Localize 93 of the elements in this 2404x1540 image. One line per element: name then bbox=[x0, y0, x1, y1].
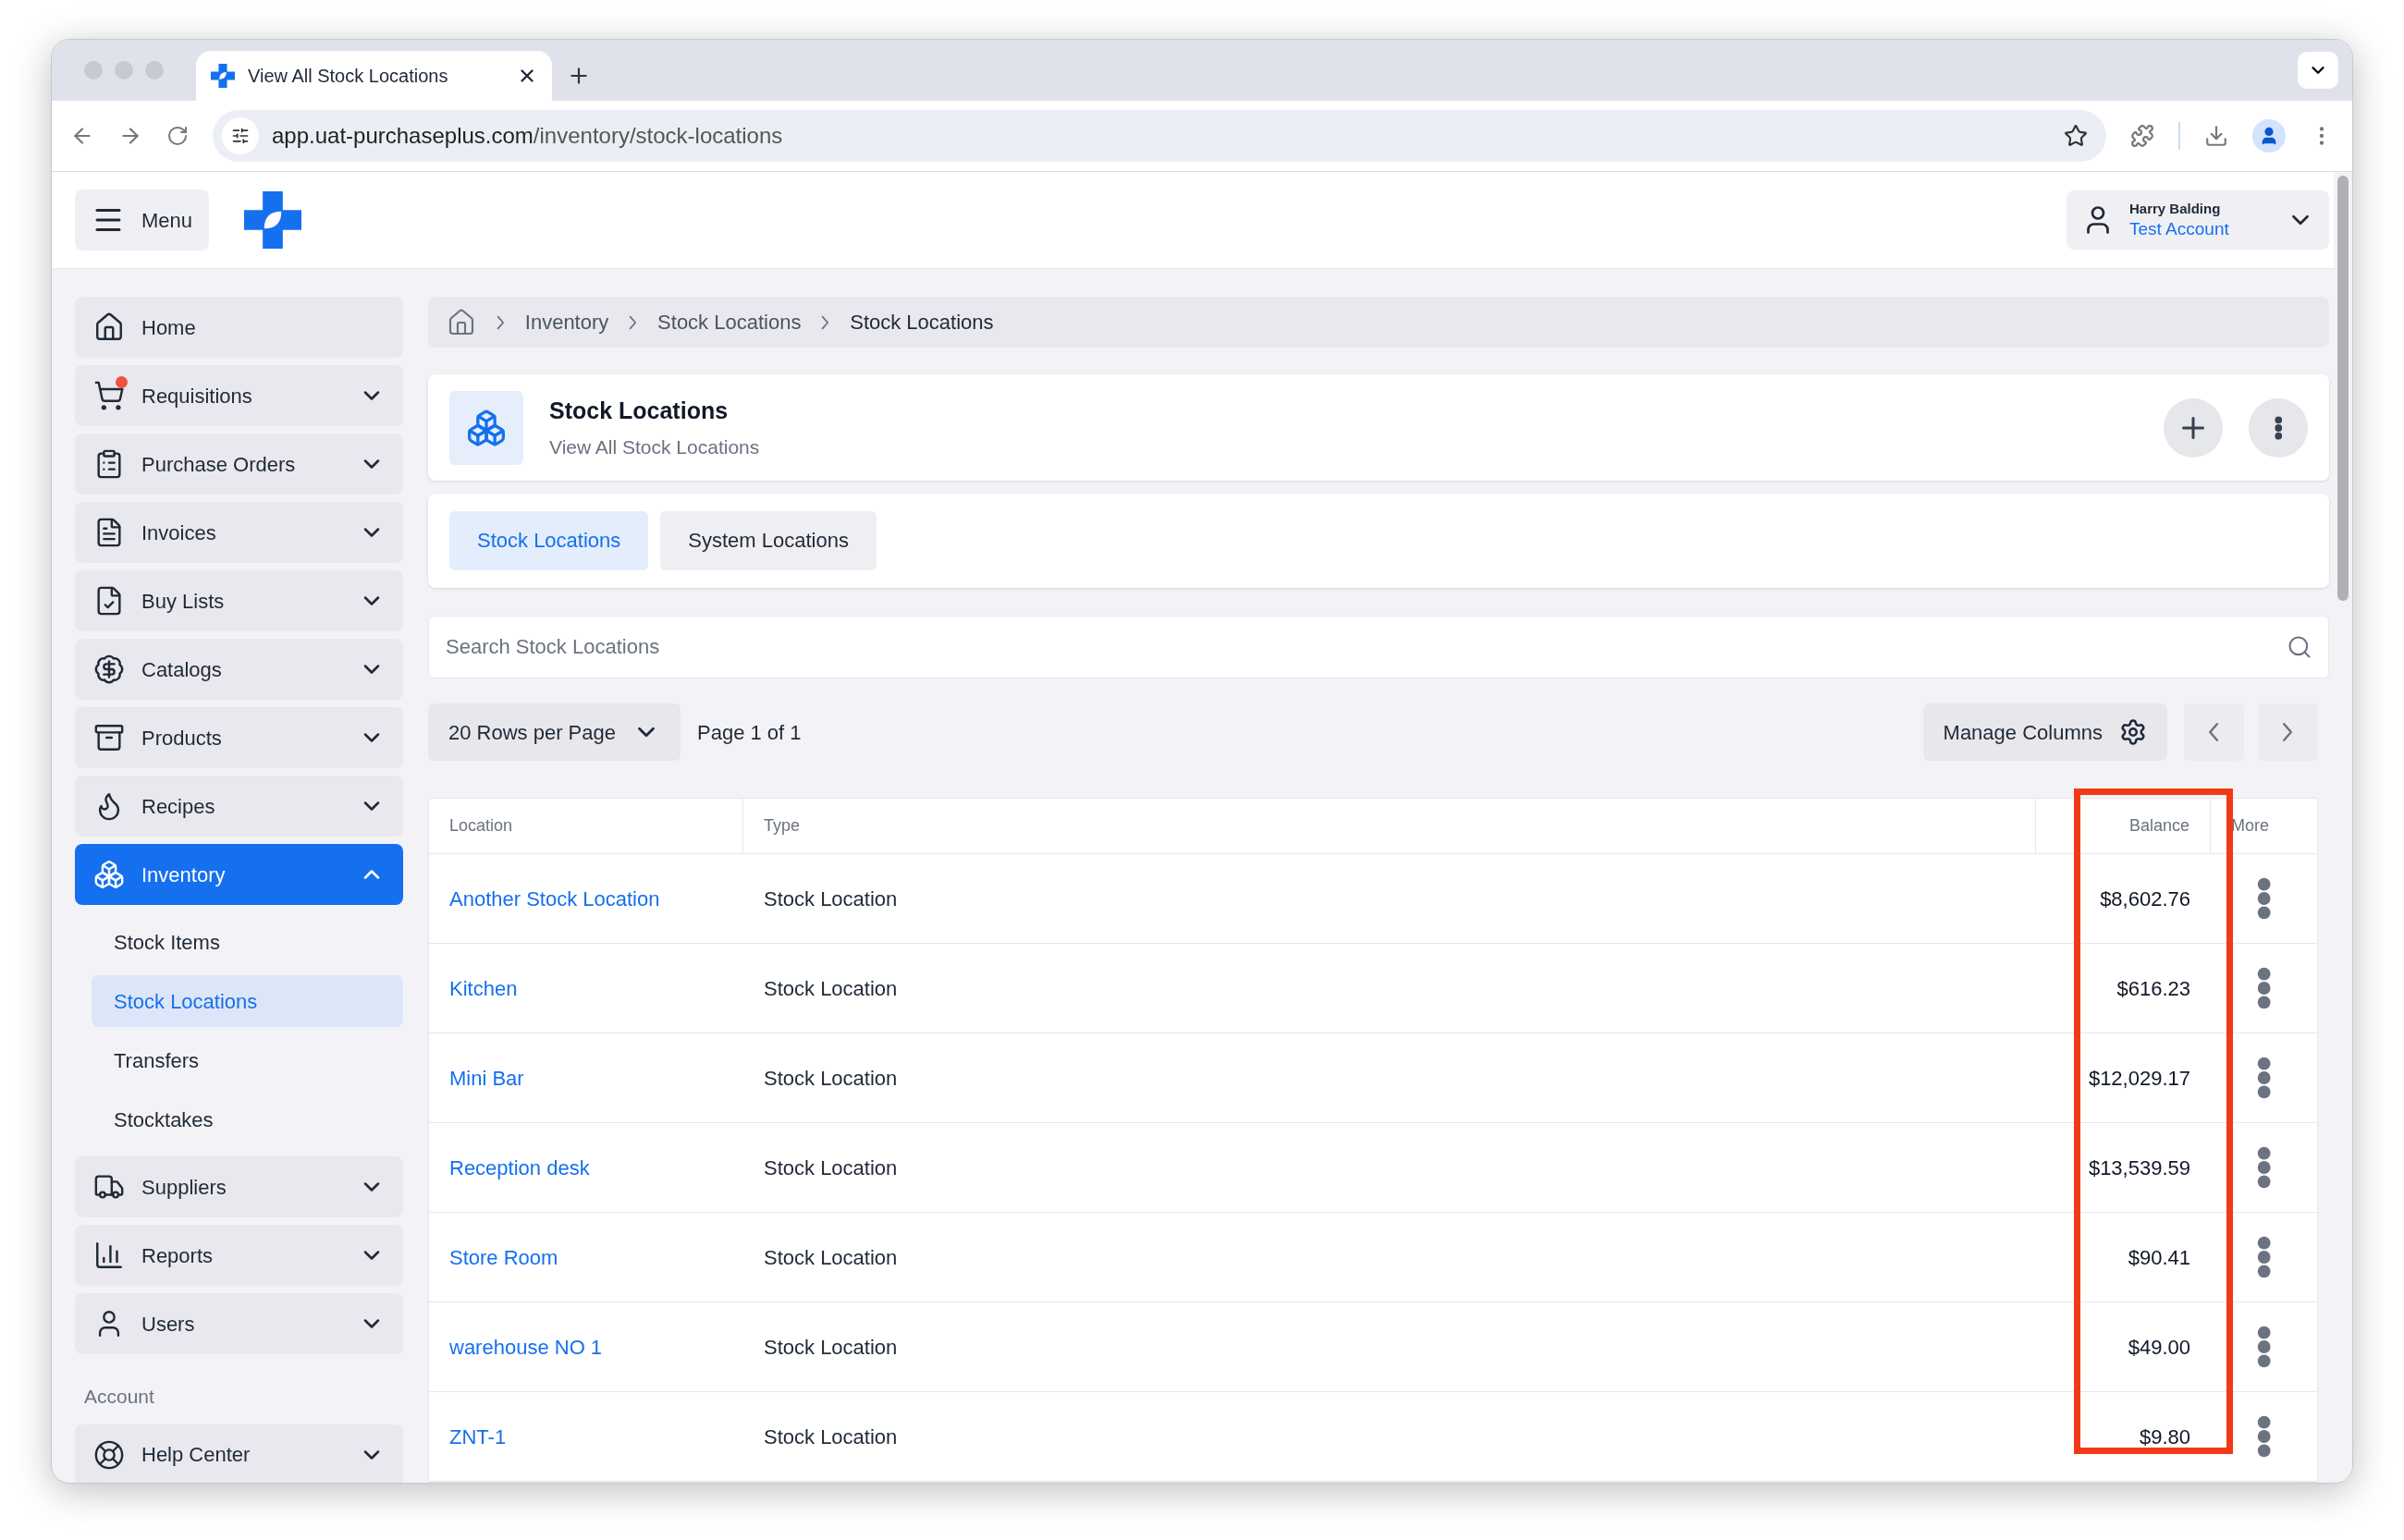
table-cell-text: Stock Location bbox=[764, 1065, 898, 1092]
sidebar-item[interactable]: Catalogs bbox=[75, 639, 403, 700]
boxes-icon bbox=[93, 859, 125, 890]
page-title: Stock Locations bbox=[549, 397, 730, 426]
sidebar-item[interactable]: Products bbox=[75, 707, 403, 768]
sidebar-item[interactable]: Help Center bbox=[75, 1424, 403, 1483]
table-cell-text: Stock Location bbox=[764, 1424, 898, 1450]
table-cell-text: Stock Location bbox=[764, 1334, 898, 1361]
site-settings-icon[interactable] bbox=[222, 117, 259, 154]
column-header: Balance bbox=[2128, 815, 2189, 837]
sidebar-item[interactable]: Invoices bbox=[75, 502, 403, 563]
sidebar-item[interactable]: Suppliers bbox=[75, 1156, 403, 1217]
balance-cell-text: $616.23 bbox=[2116, 975, 2190, 1002]
cart-icon bbox=[93, 380, 125, 411]
breadcrumb-link[interactable]: Inventory bbox=[524, 307, 609, 338]
sidebar-item[interactable]: Inventory bbox=[75, 844, 403, 905]
chevron-right-icon bbox=[497, 314, 505, 330]
sidebar-item[interactable]: Reports bbox=[75, 1225, 403, 1286]
table-cell-text: Stock Location bbox=[764, 975, 898, 1002]
chevron-left-icon bbox=[2208, 722, 2220, 742]
search-icon[interactable] bbox=[2287, 634, 2312, 660]
chevron-right-icon bbox=[821, 314, 830, 330]
submenu-item[interactable]: Stock Locations bbox=[92, 975, 403, 1027]
sidebar-item[interactable]: Users bbox=[75, 1293, 403, 1354]
extensions-icon[interactable] bbox=[2130, 124, 2154, 148]
row-actions-icon[interactable] bbox=[2256, 1057, 2272, 1099]
page-info: Page 1 of 1 bbox=[697, 719, 803, 746]
menu-button[interactable]: Menu bbox=[75, 189, 210, 251]
page-subtitle: View All Stock Locations bbox=[549, 434, 761, 459]
row-actions-icon[interactable] bbox=[2256, 1415, 2272, 1458]
row-actions-icon[interactable] bbox=[2256, 1326, 2272, 1368]
location-link[interactable]: Reception desk bbox=[449, 1152, 590, 1183]
scrollbar-thumb[interactable] bbox=[2337, 176, 2349, 601]
bar-chart-icon bbox=[93, 1240, 125, 1271]
browser-tab[interactable]: View All Stock Locations bbox=[196, 51, 552, 101]
breadcrumb-link[interactable]: Stock Locations bbox=[657, 307, 802, 338]
address-bar[interactable]: app.uat-purchaseplus.com/inventory/stock-locations bbox=[213, 110, 2106, 162]
boxes-icon bbox=[449, 390, 523, 465]
location-link[interactable]: Mini Bar bbox=[449, 1062, 524, 1094]
search-field[interactable]: Search Stock Locations bbox=[428, 616, 2329, 678]
balance-cell-text: $8,602.76 bbox=[2100, 886, 2190, 912]
account-name: Test Account bbox=[2129, 217, 2229, 240]
column-header: Type bbox=[764, 815, 801, 837]
submenu-item[interactable]: Transfers bbox=[92, 1034, 403, 1086]
app-logo-icon bbox=[244, 191, 302, 249]
location-link[interactable]: warehouse NO 1 bbox=[449, 1331, 603, 1363]
balance-cell-text: $49.00 bbox=[2128, 1334, 2190, 1361]
breadcrumb-link[interactable]: Stock Locations bbox=[850, 307, 994, 338]
home-icon[interactable] bbox=[447, 307, 476, 337]
bookmark-star-icon[interactable] bbox=[2064, 124, 2088, 148]
location-link[interactable]: Kitchen bbox=[449, 972, 518, 1004]
balance-cell-text: $13,539.59 bbox=[2088, 1155, 2190, 1181]
tray-icon bbox=[93, 722, 125, 753]
tab[interactable]: Stock Locations bbox=[449, 510, 649, 570]
download-icon[interactable] bbox=[2204, 124, 2228, 148]
row-actions-icon[interactable] bbox=[2256, 877, 2272, 920]
sidebar-item[interactable]: Recipes bbox=[75, 776, 403, 837]
dollar-icon bbox=[93, 654, 125, 685]
user-name: Harry Balding bbox=[2129, 200, 2221, 218]
location-link[interactable]: Another Stock Location bbox=[449, 883, 660, 914]
balance-cell-text: $9.80 bbox=[2139, 1424, 2190, 1450]
row-actions-icon[interactable] bbox=[2256, 1236, 2272, 1278]
more-icon bbox=[2274, 415, 2283, 440]
section-label: Account bbox=[84, 1386, 154, 1407]
submenu-item[interactable]: Stock Items bbox=[92, 916, 403, 968]
row-actions-icon[interactable] bbox=[2256, 967, 2272, 1009]
settings-icon bbox=[2119, 718, 2147, 746]
balance-cell-text: $90.41 bbox=[2128, 1244, 2190, 1271]
site-logo-icon bbox=[211, 64, 235, 88]
location-link[interactable]: ZNT-1 bbox=[449, 1421, 507, 1452]
row-actions-icon[interactable] bbox=[2256, 1146, 2272, 1189]
submenu-item[interactable]: Stocktakes bbox=[92, 1094, 403, 1145]
location-link[interactable]: Store Room bbox=[449, 1241, 558, 1273]
table-cell-text: Stock Location bbox=[764, 1244, 898, 1271]
chevron-right-icon bbox=[2282, 722, 2294, 742]
column-header: Location bbox=[449, 815, 513, 837]
profile-avatar[interactable] bbox=[2252, 119, 2286, 153]
balance-cell-text: $12,029.17 bbox=[2088, 1065, 2190, 1092]
tab[interactable]: System Locations bbox=[660, 510, 877, 570]
lifebuoy-icon bbox=[93, 1438, 125, 1471]
sidebar-item[interactable]: Buy Lists bbox=[75, 570, 403, 631]
reload-icon[interactable] bbox=[166, 125, 189, 147]
tab-list-button[interactable] bbox=[2298, 52, 2338, 89]
chevron-right-icon bbox=[629, 314, 638, 330]
sidebar-item[interactable]: Home bbox=[75, 297, 403, 358]
sidebar-item[interactable]: Purchase Orders bbox=[75, 434, 403, 495]
rows-per-page-dropdown[interactable]: 20 Rows per Page bbox=[428, 703, 681, 761]
home-icon bbox=[93, 312, 125, 343]
manage-columns-button[interactable]: Manage Columns bbox=[1922, 703, 2167, 761]
account-switcher[interactable]: Harry Balding Test Account bbox=[2067, 190, 2329, 250]
table-cell-text: Stock Location bbox=[764, 1155, 898, 1181]
table-cell-text: Stock Location bbox=[764, 886, 898, 912]
sidebar-item[interactable]: Requisitions bbox=[75, 365, 403, 426]
